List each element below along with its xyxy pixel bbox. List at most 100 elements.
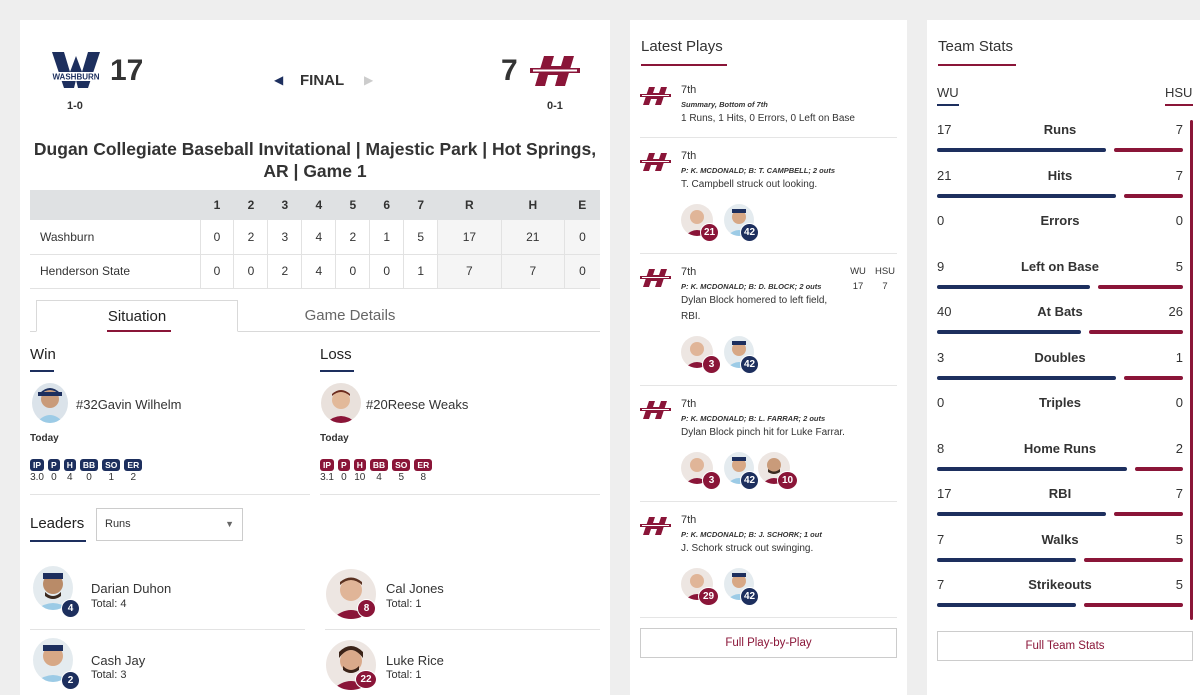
loss-heading: Loss	[320, 346, 352, 363]
team-stat-row: 9 Left on Base 5	[937, 257, 1183, 302]
tab-label: Game Details	[304, 307, 396, 324]
table-row: Washburn 0 2 3 4 2 1 5 17 21 0	[30, 220, 600, 255]
jersey-number-badge: 22	[355, 670, 377, 689]
header-inning: 2	[233, 190, 268, 220]
caret-down-icon: ▼	[225, 519, 234, 529]
stat-bar-wu	[937, 603, 1076, 607]
inning-score: 0	[369, 254, 404, 289]
leader-name[interactable]: Cal Jones	[386, 581, 444, 596]
next-game-arrow-icon[interactable]: ▶	[364, 73, 373, 87]
play-item: 7th P: K. MCDONALD; B: T. CAMPBELL; 2 ou…	[640, 138, 897, 254]
linescore-header-row: 1 2 3 4 5 6 7 R H E	[30, 190, 600, 220]
linescore-table: 1 2 3 4 5 6 7 R H E Washburn 0 2 3 4 2 1	[30, 190, 600, 289]
play-subtitle: P: K. MCDONALD; B: D. BLOCK; 2 outs	[681, 282, 822, 291]
stat-value-hsu: 7	[1175, 486, 1183, 501]
divider	[30, 494, 310, 495]
header-inning: 1	[200, 190, 234, 220]
game-status: FINAL	[300, 72, 345, 89]
jersey-number-badge: 42	[740, 587, 759, 606]
team-stat-row: 0 Errors 0	[937, 211, 1183, 256]
jersey-number-badge: 21	[700, 223, 719, 242]
play-description: T. Campbell struck out looking.	[681, 179, 818, 190]
team-stat-row: 17 RBI 7	[937, 484, 1183, 529]
stat-value-hsu: 5	[1175, 531, 1183, 547]
stat-bar-wu	[937, 330, 1082, 334]
tab-game-details[interactable]: Game Details	[240, 300, 460, 332]
team-stat-row: 40 At Bats 26	[937, 302, 1183, 347]
play-inning: 7th	[681, 514, 697, 526]
jersey-number-badge: 3	[702, 355, 721, 374]
stat-value-hsu: 0	[1175, 213, 1183, 228]
play-item: 7th Summary, Bottom of 7th 1 Runs, 1 Hit…	[640, 74, 897, 138]
prev-game-arrow-icon[interactable]: ◀	[274, 73, 283, 87]
leader-name[interactable]: Cash Jay	[91, 653, 145, 668]
play-item: 7th P: K. MCDONALD; B: J. SCHORK; 1 out …	[640, 502, 897, 618]
stat-ip: IP 3.1	[320, 459, 335, 483]
loss-pitcher-name[interactable]: #20Reese Weaks	[366, 397, 468, 412]
full-play-by-play-button[interactable]: Full Play-by-Play	[640, 628, 897, 658]
play-inning: 7th	[681, 150, 697, 162]
leaders-stat-select[interactable]: Runs ▼	[96, 508, 243, 541]
table-row: Henderson State 0 0 2 4 0 0 1 7 7 0	[30, 254, 600, 289]
header-errors: E	[564, 190, 600, 220]
stat-bar-wu	[937, 148, 1106, 152]
scoreboard-card: WASHBURN 17 1-0 ◀ FINAL ▶ 7 0-1 Dugan Co…	[20, 20, 610, 695]
team-stat-row: 0 Triples 0	[937, 393, 1183, 438]
stat-h: H 10	[353, 459, 366, 483]
divider	[30, 629, 305, 630]
select-value: Runs	[105, 518, 131, 530]
score-value-wu: 17	[852, 281, 864, 292]
scrollbar[interactable]	[1190, 120, 1193, 620]
inning-score: 2	[233, 220, 268, 255]
stat-bar-wu	[937, 512, 1106, 516]
henderson-logo	[530, 56, 580, 86]
jersey-number-badge: 42	[740, 223, 759, 242]
leader-name[interactable]: Darian Duhon	[91, 581, 171, 596]
stat-name: Home Runs	[1023, 440, 1097, 456]
play-description: J. Schork struck out swinging.	[681, 543, 814, 554]
team-stat-row: 7 Walks 5	[937, 530, 1183, 575]
stat-bar-wu	[937, 557, 1076, 562]
stat-bar-hsu	[1123, 193, 1183, 198]
jersey-number-badge: 42	[740, 355, 759, 374]
stat-value-hsu: 0	[1175, 395, 1183, 410]
stat-so: SO 5	[392, 459, 411, 483]
stat-bar-wu	[937, 466, 1128, 471]
win-pitcher-name[interactable]: #32Gavin Wilhelm	[76, 397, 182, 412]
henderson-logo-icon	[640, 153, 671, 171]
stat-bar-wu	[937, 193, 1116, 198]
header-inning: 6	[369, 190, 404, 220]
stat-bar-hsu	[1083, 557, 1183, 562]
latest-plays-heading: Latest Plays	[641, 38, 723, 55]
stat-h: H4	[63, 459, 76, 483]
team-stat-row: 3 Doubles 1	[937, 348, 1183, 393]
header-inning: 3	[267, 190, 302, 220]
jersey-number-badge: 8	[357, 599, 376, 618]
stat-value-hsu: 2	[1175, 440, 1183, 456]
away-score: 7	[501, 54, 518, 87]
stat-bar-hsu	[1135, 466, 1183, 471]
win-underline	[30, 370, 54, 372]
jersey-number-badge: 42	[740, 471, 759, 490]
team-name: Henderson State	[30, 254, 200, 289]
stat-bar-wu	[937, 375, 1116, 380]
home-record: 1-0	[67, 100, 83, 112]
tab-underline	[107, 330, 171, 332]
leader-name[interactable]: Luke Rice	[386, 653, 444, 668]
full-team-stats-button[interactable]: Full Team Stats	[937, 631, 1193, 661]
inning-score: 0	[199, 220, 234, 255]
stat-value-hsu: 1	[1175, 349, 1183, 365]
inning-score: 1	[403, 254, 438, 289]
header-inning: 7	[403, 190, 438, 220]
header-inning: 5	[335, 190, 370, 220]
total-runs: 7	[437, 254, 502, 289]
stat-name: RBI	[1048, 486, 1072, 501]
tab-situation[interactable]: Situation	[36, 300, 238, 332]
jersey-number-badge: 2	[61, 671, 80, 690]
inning-score: 4	[301, 254, 336, 289]
leader-total: Total: 1	[386, 669, 422, 681]
total-hits: 7	[500, 254, 565, 289]
team-stat-row: 17 Runs 7	[937, 120, 1183, 165]
stat-name: Triples	[1039, 395, 1081, 410]
leader-total: Total: 4	[91, 598, 127, 610]
